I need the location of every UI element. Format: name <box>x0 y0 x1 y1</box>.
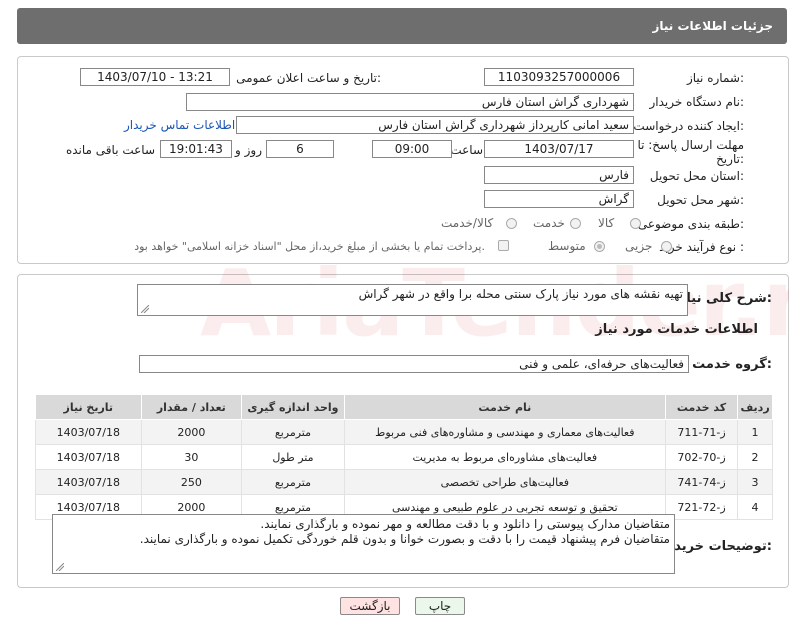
cell-unit: مترمربع <box>241 419 345 445</box>
table-row: 2 ز-70-702 فعالیت‌های مشاوره‌ای مربوط به… <box>35 444 773 470</box>
cell-row-number: 4 <box>737 494 773 520</box>
cell-service-name: فعالیت‌های مشاوره‌ای مربوط به مدیریت <box>343 444 666 470</box>
buyer-notes-line-2: متقاضیان فرم پیشنهاد قیمت را با دقت و بص… <box>139 532 670 546</box>
cell-need-date: 1403/07/18 <box>35 469 142 495</box>
resize-grip-icon[interactable] <box>56 563 64 571</box>
page-title: جزئیات اطلاعات نیاز <box>652 19 773 33</box>
summary-textarea[interactable]: تهیه نقشه های مورد نیاز پارک سنتی محله ب… <box>137 284 688 316</box>
treasury-payment-checkbox[interactable] <box>498 240 509 251</box>
process-minor-label: جزیی <box>625 239 653 253</box>
days-label: روز و <box>235 143 262 157</box>
city-label: شهر محل تحویل: <box>657 193 744 207</box>
category-goods-radio[interactable] <box>630 218 641 229</box>
announce-label: تاریخ و ساعت اعلان عمومی: <box>236 71 381 85</box>
page-header: جزئیات اطلاعات نیاز <box>17 8 787 44</box>
need-number-label: شماره نیاز: <box>686 71 744 85</box>
cell-service-code: ز-72-721 <box>664 494 739 520</box>
print-button[interactable]: چاپ <box>415 597 465 615</box>
city-field: گراش <box>484 190 634 208</box>
buyer-notes-line-1: متقاضیان مدارک پیوستی را دانلود و با دقت… <box>260 517 670 531</box>
resize-grip-icon[interactable] <box>141 305 149 313</box>
cell-need-date: 1403/07/18 <box>35 419 142 445</box>
back-button[interactable]: بازگشت <box>340 597 400 615</box>
summary-text: تهیه نقشه های مورد نیاز پارک سنتی محله ب… <box>358 287 683 301</box>
service-group-label: گروه خدمت: <box>692 357 772 372</box>
cell-unit: مترمربع <box>241 469 345 495</box>
category-label: طبقه بندی موضوعی: <box>637 217 744 231</box>
deadline-label-2: تاریخ: <box>716 152 744 166</box>
summary-label: شرح کلی نیاز: <box>678 291 772 306</box>
deadline-time-label: ساعت <box>450 143 483 157</box>
cell-quantity: 250 <box>140 469 243 495</box>
services-title: اطلاعات خدمات مورد نیاز <box>595 322 758 337</box>
cell-row-number: 1 <box>737 419 773 445</box>
category-goods-label: کالا <box>598 216 615 230</box>
cell-service-code: ز-74-741 <box>664 469 739 495</box>
cell-service-code: ز-70-702 <box>664 444 739 470</box>
col-service-name: نام خدمت <box>343 394 666 420</box>
process-minor-radio[interactable] <box>661 241 672 252</box>
need-info-panel <box>17 56 789 264</box>
category-goods-service-label: کالا/خدمت <box>441 216 494 230</box>
process-medium-label: متوسط <box>548 239 586 253</box>
cell-unit: متر طول <box>241 444 345 470</box>
col-need-date: تاریخ نیاز <box>35 394 142 420</box>
col-quantity: تعداد / مقدار <box>140 394 243 420</box>
cell-service-code: ز-71-711 <box>664 419 739 445</box>
remaining-label: ساعت باقی مانده <box>65 143 155 157</box>
cell-quantity: 2000 <box>140 419 243 445</box>
buyer-notes-label: توضیحات خریدار: <box>662 539 772 554</box>
cell-quantity: 30 <box>140 444 243 470</box>
deadline-time-field: 09:00 <box>372 140 452 158</box>
deadline-label-1: مهلت ارسال پاسخ: تا <box>637 138 744 152</box>
cell-row-number: 2 <box>737 444 773 470</box>
announce-field: 1403/07/10 - 13:21 <box>80 68 230 86</box>
process-medium-radio[interactable] <box>594 241 605 252</box>
buyer-org-field: شهرداری گراش استان فارس <box>186 93 634 111</box>
treasury-payment-note: پرداخت تمام یا بخشی از مبلغ خرید،از محل … <box>134 240 485 253</box>
col-row-number: ردیف <box>737 394 773 420</box>
table-header-row: ردیف کد خدمت نام خدمت واحد اندازه گیری ت… <box>35 394 773 420</box>
cell-service-name: فعالیت‌های طراحی تخصصی <box>343 469 666 495</box>
creator-label: ایجاد کننده درخواست: <box>633 119 744 133</box>
need-number-field: 1103093257000006 <box>484 68 634 86</box>
deadline-date-field: 1403/07/17 <box>484 140 634 158</box>
buyer-contact-link[interactable]: اطلاعات تماس خریدار <box>124 118 235 132</box>
cell-service-name: فعالیت‌های معماری و مهندسی و مشاوره‌های … <box>343 419 666 445</box>
table-row: 3 ز-74-741 فعالیت‌های طراحی تخصصی مترمرب… <box>35 469 773 495</box>
col-unit: واحد اندازه گیری <box>241 394 345 420</box>
days-field: 6 <box>266 140 334 158</box>
category-goods-service-radio[interactable] <box>506 218 517 229</box>
creator-field: سعید امانی کارپرداز شهرداری گراش استان ف… <box>236 116 634 134</box>
remaining-time-field: 19:01:43 <box>160 140 232 158</box>
col-service-code: کد خدمت <box>664 394 739 420</box>
buyer-notes-textarea[interactable]: متقاضیان مدارک پیوستی را دانلود و با دقت… <box>52 514 675 574</box>
cell-row-number: 3 <box>737 469 773 495</box>
buyer-org-label: نام دستگاه خریدار: <box>649 95 745 109</box>
cell-need-date: 1403/07/18 <box>35 444 142 470</box>
province-field: فارس <box>484 166 634 184</box>
province-label: استان محل تحویل: <box>649 169 744 183</box>
services-table: ردیف کد خدمت نام خدمت واحد اندازه گیری ت… <box>35 394 773 520</box>
service-group-field: فعالیت‌های حرفه‌ای، علمی و فنی <box>139 355 689 373</box>
table-row: 1 ز-71-711 فعالیت‌های معماری و مهندسی و … <box>35 419 773 445</box>
category-service-label: خدمت <box>533 216 565 230</box>
category-service-radio[interactable] <box>570 218 581 229</box>
